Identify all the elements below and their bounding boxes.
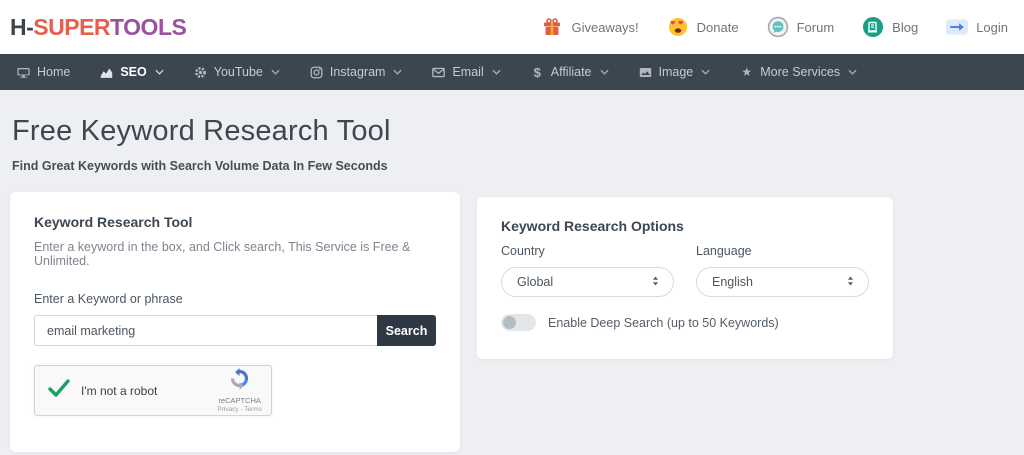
chevron-down-icon: [271, 69, 280, 75]
gear-icon: [194, 66, 207, 79]
logo-part-super: SUPER: [33, 14, 110, 41]
recaptcha-logo-icon: [228, 367, 251, 390]
nav-item-label: More Services: [760, 65, 840, 79]
deep-search-label: Enable Deep Search (up to 50 Keywords): [548, 316, 779, 330]
country-select-value: Global: [517, 275, 553, 289]
logo-part-tools: TOOLS: [110, 14, 186, 41]
chevron-down-icon: [600, 69, 609, 75]
keyword-input-label: Enter a Keyword or phrase: [34, 292, 436, 306]
nav-item-youtube[interactable]: YouTube: [179, 54, 295, 90]
chart-icon: [100, 66, 113, 79]
search-button[interactable]: Search: [377, 315, 436, 346]
keyword-input-group: Search: [34, 315, 436, 346]
chevron-down-icon: [492, 69, 501, 75]
donate-link[interactable]: Donate: [667, 16, 739, 38]
toggle-knob: [503, 316, 516, 329]
blog-link[interactable]: Blog: [862, 16, 918, 38]
language-select-value: English: [712, 275, 753, 289]
nav-item-label: Image: [659, 65, 694, 79]
chevron-down-icon: [155, 69, 164, 75]
recaptcha-brand-name: reCAPTCHA: [217, 396, 262, 405]
nav-item-label: Home: [37, 65, 70, 79]
tool-card-description: Enter a keyword in the box, and Click se…: [34, 240, 436, 268]
nav-item-label: Email: [452, 65, 483, 79]
nav-item-image[interactable]: Image: [624, 54, 726, 90]
tool-card-title: Keyword Research Tool: [34, 214, 436, 230]
forum-label: Forum: [797, 20, 835, 35]
updown-arrows-icon: [846, 275, 855, 290]
page-subtitle: Find Great Keywords with Search Volume D…: [12, 159, 1024, 173]
recaptcha-widget[interactable]: I'm not a robot reCAPTCHA Privacy - Term…: [34, 365, 272, 416]
recaptcha-label: I'm not a robot: [81, 384, 157, 398]
language-field: Language English: [696, 244, 869, 297]
forum-icon: [767, 16, 789, 38]
top-header: H-SUPERTOOLS Giveaways!: [0, 0, 1024, 54]
nav-item-email[interactable]: Email: [417, 54, 515, 90]
language-label: Language: [696, 244, 869, 258]
forum-link[interactable]: Forum: [767, 16, 835, 38]
header-links: Giveaways! Donate: [541, 16, 1008, 38]
keyword-input[interactable]: [34, 315, 377, 346]
deep-search-row: Enable Deep Search (up to 50 Keywords): [501, 314, 869, 331]
nav-item-more-services[interactable]: ★ More Services: [725, 54, 872, 90]
login-link[interactable]: Login: [946, 16, 1008, 38]
instagram-icon: [310, 66, 323, 79]
main-content: Keyword Research Tool Enter a keyword in…: [0, 192, 1024, 452]
recaptcha-check-icon[interactable]: [47, 376, 71, 405]
nav-item-affiliate[interactable]: $ Affiliate: [516, 54, 624, 90]
deep-search-toggle[interactable]: [501, 314, 536, 331]
image-icon: [639, 66, 652, 79]
keyword-research-options-card: Keyword Research Options Country Global …: [477, 197, 893, 359]
options-card-title: Keyword Research Options: [501, 218, 869, 234]
blog-icon: [862, 16, 884, 38]
envelope-icon: [432, 66, 445, 79]
dollar-icon: $: [531, 66, 544, 79]
country-label: Country: [501, 244, 674, 258]
keyword-research-tool-card: Keyword Research Tool Enter a keyword in…: [10, 192, 460, 452]
giveaways-label: Giveaways!: [571, 20, 638, 35]
nav-item-label: Affiliate: [551, 65, 592, 79]
login-arrow-icon: [946, 16, 968, 38]
page-title: Free Keyword Research Tool: [12, 115, 1024, 148]
country-field: Country Global: [501, 244, 674, 297]
options-row: Country Global Language English: [501, 244, 869, 297]
recaptcha-brand: reCAPTCHA Privacy - Terms: [217, 367, 262, 414]
blog-label: Blog: [892, 20, 918, 35]
country-select[interactable]: Global: [501, 267, 674, 297]
updown-arrows-icon: [651, 275, 660, 290]
nav-item-instagram[interactable]: Instagram: [295, 54, 418, 90]
nav-item-label: Instagram: [330, 65, 386, 79]
gift-icon: [541, 16, 563, 38]
chevron-down-icon: [848, 69, 857, 75]
nav-item-label: SEO: [120, 65, 146, 79]
nav-item-seo[interactable]: SEO: [85, 54, 178, 90]
donate-label: Donate: [697, 20, 739, 35]
giveaways-link[interactable]: Giveaways!: [541, 16, 638, 38]
main-navbar: Home SEO YouTube Instagram Email $ Affil…: [0, 54, 1024, 90]
monitor-icon: [17, 66, 30, 79]
logo-part-h: H-: [10, 14, 33, 41]
nav-item-home[interactable]: Home: [2, 54, 85, 90]
nav-item-label: YouTube: [214, 65, 263, 79]
site-logo[interactable]: H-SUPERTOOLS: [10, 14, 186, 41]
hero-section: Free Keyword Research Tool Find Great Ke…: [0, 90, 1024, 173]
chevron-down-icon: [701, 69, 710, 75]
recaptcha-privacy-terms[interactable]: Privacy - Terms: [217, 406, 262, 414]
star-icon: ★: [740, 66, 753, 79]
login-label: Login: [976, 20, 1008, 35]
language-select[interactable]: English: [696, 267, 869, 297]
chevron-down-icon: [393, 69, 402, 75]
heart-eyes-icon: [667, 16, 689, 38]
